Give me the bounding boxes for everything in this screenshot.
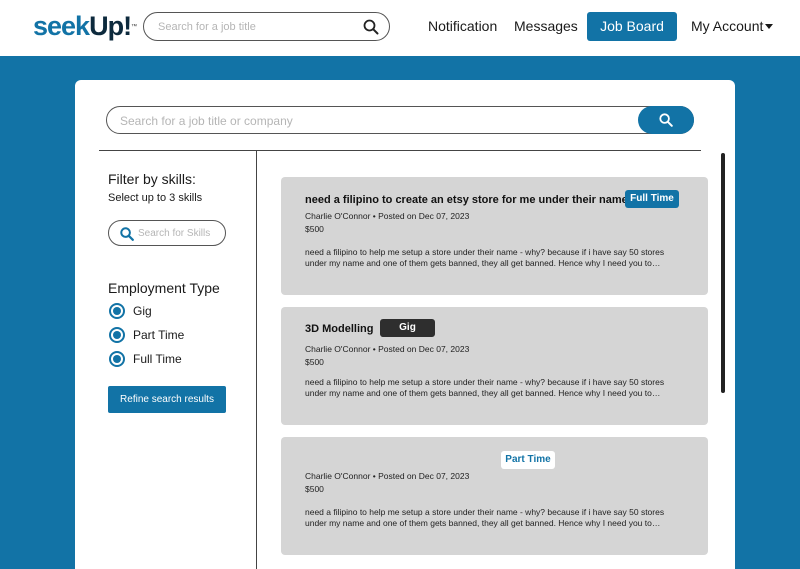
job-description: need a filipino to help me setup a store… (305, 247, 665, 268)
header-search-input[interactable] (158, 18, 348, 36)
job-meta: Charlie O'Connor • Posted on Dec 07, 202… (305, 471, 470, 481)
nav-my-account[interactable]: My Account (691, 18, 763, 34)
vertical-divider (256, 150, 257, 569)
job-card[interactable]: need a filipino to create an etsy store … (281, 177, 708, 295)
skills-search-input[interactable] (138, 226, 220, 241)
employment-badge-gig: Gig (380, 319, 435, 337)
radio-selected-icon[interactable] (109, 303, 125, 319)
top-navbar: seekUp!™ Notification Messages Job Board… (0, 0, 800, 56)
chevron-down-icon[interactable] (765, 24, 773, 29)
job-description: need a filipino to help me setup a store… (305, 507, 665, 528)
logo[interactable]: seekUp! ™ (33, 11, 137, 41)
search-icon (659, 113, 673, 127)
job-board-panel: Filter by skills: Select up to 3 skills … (75, 80, 735, 569)
employment-type-heading: Employment Type (108, 280, 220, 296)
employment-badge-full-time: Full Time (625, 190, 679, 208)
option-gig[interactable]: Gig (109, 303, 152, 319)
refine-search-button[interactable]: Refine search results (108, 386, 226, 413)
radio-selected-icon[interactable] (109, 351, 125, 367)
job-card[interactable]: 3D Modelling Gig Charlie O'Connor • Post… (281, 307, 708, 425)
job-title[interactable]: need a filipino to create an etsy store … (305, 194, 628, 206)
job-meta: Charlie O'Connor • Posted on Dec 07, 202… (305, 211, 470, 221)
job-search-box[interactable] (106, 106, 694, 134)
horizontal-divider (99, 150, 701, 151)
search-icon[interactable] (363, 19, 379, 35)
job-price: $500 (305, 224, 324, 234)
option-full-time[interactable]: Full Time (109, 351, 182, 367)
job-list-scrollbar[interactable] (721, 153, 725, 393)
nav-job-board-button[interactable]: Job Board (587, 12, 677, 41)
filter-skills-subheading: Select up to 3 skills (108, 192, 203, 204)
nav-notification[interactable]: Notification (428, 18, 497, 34)
job-search-button[interactable] (638, 106, 694, 134)
job-meta: Charlie O'Connor • Posted on Dec 07, 202… (305, 344, 470, 354)
job-title[interactable]: 3D Modelling (305, 323, 373, 335)
employment-badge-part-time: Part Time (501, 451, 555, 469)
job-price: $500 (305, 357, 324, 367)
job-search-input[interactable] (120, 112, 620, 130)
job-price: $500 (305, 484, 324, 494)
filter-skills-heading: Filter by skills: (108, 171, 196, 187)
option-part-time[interactable]: Part Time (109, 327, 184, 343)
nav-messages[interactable]: Messages (514, 18, 578, 34)
skills-search-box[interactable] (108, 220, 226, 246)
search-icon (120, 227, 134, 241)
job-card[interactable]: Part Time Charlie O'Connor • Posted on D… (281, 437, 708, 555)
job-description: need a filipino to help me setup a store… (305, 377, 665, 398)
header-search-box[interactable] (143, 12, 390, 41)
radio-selected-icon[interactable] (109, 327, 125, 343)
